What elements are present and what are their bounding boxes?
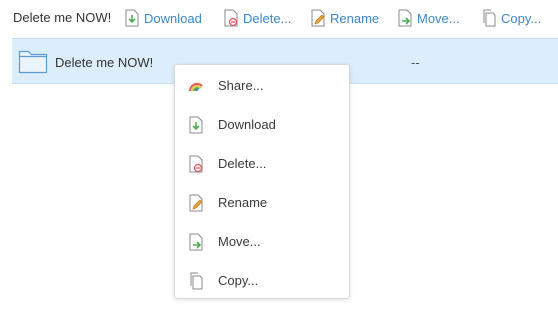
rename-button[interactable]: Rename [310,8,379,28]
menu-item-share[interactable]: Share... [175,66,349,105]
menu-item-move-label: Move... [218,234,261,249]
file-name: Delete me NOW! [55,55,154,70]
delete-icon [189,155,203,172]
menu-item-download[interactable]: Download [175,105,349,144]
file-size: -- [411,55,420,70]
move-button[interactable]: Move... [397,8,460,28]
move-button-label: Move... [417,10,460,26]
delete-button[interactable]: Delete... [223,8,291,28]
rename-icon [189,194,203,211]
menu-item-copy[interactable]: Copy... [175,261,349,300]
share-icon [188,82,203,91]
context-menu: Share... Download Delete... Rename Move.… [174,64,350,299]
toolbar: Delete me NOW! Download Delete... Rename… [0,0,558,36]
menu-item-delete-label: Delete... [218,156,267,171]
download-icon [125,9,139,27]
delete-icon [224,9,238,27]
copy-icon [190,272,203,289]
menu-item-rename[interactable]: Rename [175,183,349,222]
selected-item-title: Delete me NOW! [13,10,112,25]
copy-icon [483,9,496,27]
menu-item-rename-label: Rename [218,195,268,210]
copy-button-label: Copy... [501,10,542,26]
move-icon [189,233,203,250]
delete-button-label: Delete... [243,10,292,26]
menu-item-delete[interactable]: Delete... [175,144,349,183]
move-icon [398,9,412,27]
folder-icon [18,50,48,74]
download-button-label: Download [144,10,202,26]
menu-item-download-label: Download [218,117,276,132]
menu-item-copy-label: Copy... [218,273,259,288]
download-icon [189,116,203,133]
copy-button[interactable]: Copy... [481,8,541,28]
rename-button-label: Rename [330,10,380,26]
rename-icon [311,9,325,27]
download-button[interactable]: Download [124,8,202,28]
menu-item-move[interactable]: Move... [175,222,349,261]
menu-item-share-label: Share... [218,78,264,93]
